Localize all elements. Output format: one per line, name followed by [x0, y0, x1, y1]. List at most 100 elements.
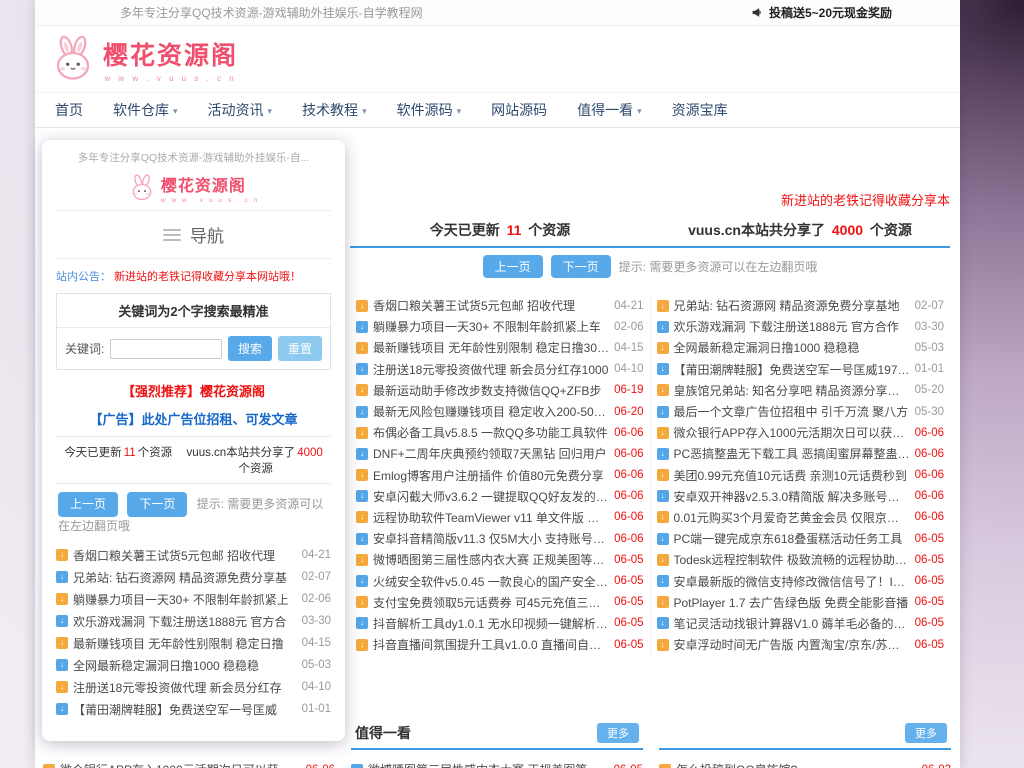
resource-item[interactable]: ↓ 全网最新稳定漏洞日撸1000 稳稳稳 05-03: [657, 337, 945, 358]
resource-item[interactable]: ↓ 布偶必备工具v5.8.5 一款QQ多功能工具软件 06-06: [356, 422, 644, 443]
resource-item[interactable]: ↓ PC恶搞整蛊无下载工具 恶搞闺蜜屏幕整蛊专 效 06-06: [657, 443, 945, 464]
keyword-input[interactable]: [110, 339, 222, 359]
resource-item[interactable]: ↓ Emlog博客用户注册插件 价值80元免费分享 06-06: [356, 465, 644, 486]
resource-item[interactable]: ↓ 美团0.99元充值10元话费 亲测10元话费秒到 06-06: [657, 465, 945, 486]
search-title: 关键词为2个字搜索最精准: [57, 294, 330, 328]
nav-item[interactable]: 软件仓库 ▾: [113, 100, 178, 120]
resource-item[interactable]: ↓ 安卓最新版的微信支持修改微信信号了！IOS版 06-05: [657, 570, 945, 591]
resource-title: 注册送18元零投资做代理 新会员分红存: [73, 679, 297, 696]
resource-title: 兄弟站: 钻石资源网 精品资源免费分享基: [73, 569, 297, 586]
resource-title: 支付宝免费领取5元话费券 可45元充值三网50: [373, 594, 609, 611]
resource-item[interactable]: ↓ 【莆田潮牌鞋服】免费送空军一号匡威 01-01: [56, 698, 331, 720]
resource-item[interactable]: ↓ PC端一键完成京东618叠蛋糕活动任务工具 06-05: [657, 528, 945, 549]
resource-item[interactable]: ↓ Todesk远程控制软件 极致流畅的远程协助工具 06-05: [657, 549, 945, 570]
resource-item[interactable]: ↓ 安卓浮动时间无广告版 内置淘宝/京东/苏宁/拼 06-05: [657, 634, 945, 655]
nav-item[interactable]: 活动资讯 ▾: [208, 100, 273, 120]
resource-item[interactable]: ↓ 最新赚钱项目 无年龄性别限制 稳定日撸 04-15: [56, 632, 331, 654]
resource-item[interactable]: ↓ 最后一个文章广告位招租中 引千万流 聚八方 05-30: [657, 401, 945, 422]
file-icon: ↓: [657, 342, 669, 354]
resource-item[interactable]: ↓ 香烟口粮关薯王试货5元包邮 招收代理 04-21: [56, 544, 331, 566]
search-button[interactable]: 搜索: [228, 336, 272, 361]
file-icon: ↓: [657, 427, 669, 439]
resource-item[interactable]: ↓ 最新运动助手修改步数支持微信QQ+ZFB步 06-19: [356, 380, 644, 401]
resource-item[interactable]: ↓ 抖音直播间氛围提升工具v1.0.0 直播间自动发 06-05: [356, 634, 644, 655]
resource-item[interactable]: ↓ DNF+二周年庆典预约领取7天黑钻 回归用户 06-06: [356, 443, 644, 464]
resource-title: PotPlayer 1.7 去广告绿色版 免费全能影音播: [674, 594, 910, 611]
more-button[interactable]: 更多: [905, 723, 947, 743]
resource-item[interactable]: ↓ 0.01元购买3个月爱奇艺黄金会员 仅限京东白 06-06: [657, 507, 945, 528]
nav-item[interactable]: 首页 ▾: [55, 100, 83, 120]
resource-date: 02-06: [614, 321, 643, 333]
resource-item[interactable]: ↓ 最新无风险包赚赚钱项目 稳定收入200-500元 06-20: [356, 401, 644, 422]
ad-slot-link[interactable]: 【广告】此处广告位招租、可发文章: [56, 409, 331, 428]
nav-item-label: 资源宝库: [672, 100, 728, 120]
resource-item[interactable]: ↓ 笔记灵活动找银计算器V1.0 薅羊毛必备的一款软 06-05: [657, 613, 945, 634]
resource-item[interactable]: ↓ 全网最新稳定漏洞日撸1000 稳稳稳 05-03: [56, 654, 331, 676]
file-icon: ↓: [356, 448, 368, 460]
resource-title: 【莆田潮牌鞋服】免费送空军一号匡威1970s: [674, 361, 910, 378]
resource-section: 今天已更新 11 个资源 vuus.cn本站共分享了 4000 个资源 上一页 …: [350, 212, 950, 655]
file-icon: ↓: [356, 427, 368, 439]
sidebar-nav-toggle[interactable]: 导航: [56, 211, 331, 258]
file-icon: ↓: [657, 639, 669, 651]
resource-item[interactable]: ↓ 皇族馆兄弟站: 知名分享吧 精品资源分享基地 05-20: [657, 380, 945, 401]
resource-title: 抖音直播间氛围提升工具v1.0.0 直播间自动发: [373, 636, 609, 653]
resource-item[interactable]: ↓ PotPlayer 1.7 去广告绿色版 免费全能影音播 06-05: [657, 592, 945, 613]
reset-button[interactable]: 重置: [278, 336, 322, 361]
file-icon: ↓: [657, 533, 669, 545]
file-icon: ↓: [657, 406, 669, 418]
resource-item[interactable]: ↓ 躺赚暴力项目一天30+ 不限制年龄抓紧上 02-06: [56, 588, 331, 610]
resource-item[interactable]: ↓ 安卓抖音精简版v11.3 仅5M大小 支持账号登录 06-06: [356, 528, 644, 549]
resource-item[interactable]: ↓ 微博晒图第三届性感内衣大赛 正规美图等你欣赏 06-05: [351, 759, 643, 768]
resource-item[interactable]: ↓ 微博晒图第三届性感内衣大赛 正规美图等你欣 06-05: [356, 549, 644, 570]
next-page-button[interactable]: 下一页: [127, 492, 187, 517]
nav-item-label: 值得一看: [577, 100, 633, 120]
file-icon: ↓: [56, 703, 68, 715]
resource-item[interactable]: ↓ 怎么投稿到QQ皇族馆? 06-02: [659, 759, 951, 768]
sidebar-nav-label: 导航: [190, 222, 224, 247]
nav-item[interactable]: 网站源码 ▾: [491, 100, 547, 120]
resource-item[interactable]: ↓ 香烟口粮关薯王试货5元包邮 招收代理 04-21: [356, 295, 644, 316]
file-icon: ↓: [356, 533, 368, 545]
prev-page-button[interactable]: 上一页: [58, 492, 118, 517]
resource-item[interactable]: ↓ 注册送18元零投资做代理 新会员分红存1000 04-10: [356, 359, 644, 380]
resource-item[interactable]: ↓ 微众银行APP存入1000元活期次日可以获得无 06-06: [657, 422, 945, 443]
file-icon: ↓: [659, 764, 671, 768]
site-logo[interactable]: 樱花资源阁 w w w . v u u s . c n: [49, 35, 238, 83]
resource-item[interactable]: ↓ 远程协助软件TeamViewer v11 单文件版 方便 06-06: [356, 507, 644, 528]
sidebar-logo[interactable]: 樱花资源阁 w w w . v u u s . c n: [56, 165, 331, 210]
resource-title: 最新无风险包赚赚钱项目 稳定收入200-500元: [373, 403, 609, 420]
resource-item[interactable]: ↓ 火绒安全软件v5.0.45 一款良心的国产安全软件 06-05: [356, 570, 644, 591]
more-button[interactable]: 更多: [597, 723, 639, 743]
resource-item[interactable]: ↓ 支付宝免费领取5元话费券 可45元充值三网50 06-05: [356, 592, 644, 613]
file-icon: ↓: [657, 448, 669, 460]
resource-item[interactable]: ↓ 欢乐游戏漏洞 下载注册送1888元 官方合 03-30: [56, 610, 331, 632]
resource-item[interactable]: ↓ 兄弟站: 钻石资源网 精品资源免费分享基地 02-07: [657, 295, 945, 316]
resource-date: 06-05: [614, 575, 643, 587]
resource-date: 04-10: [302, 681, 331, 693]
resource-item[interactable]: ↓ 微众银行APP存入1000元活期次日可以获得无门 06-06: [43, 759, 335, 768]
nav-item[interactable]: 资源宝库 ▾: [672, 100, 728, 120]
resource-title: 香烟口粮关薯王试货5元包邮 招收代理: [73, 547, 297, 564]
nav-item[interactable]: 软件源码 ▾: [397, 100, 462, 120]
resource-item[interactable]: ↓ 安卓双开神器v2.5.3.0精简版 解决多账号切换 06-06: [657, 486, 945, 507]
resource-item[interactable]: ↓ 最新赚钱项目 无年龄性别限制 稳定日撸300+ 04-15: [356, 337, 644, 358]
resource-date: 06-06: [614, 448, 643, 460]
next-page-button[interactable]: 下一页: [551, 255, 611, 278]
nav-item[interactable]: 值得一看 ▾: [577, 100, 642, 120]
resource-item[interactable]: ↓ 躺赚暴力项目一天30+ 不限制年龄抓紧上车 02-06: [356, 316, 644, 337]
resource-item[interactable]: ↓ 抖音解析工具dy1.0.1 无水印视频一键解析软件 06-05: [356, 613, 644, 634]
resource-item[interactable]: ↓ 欢乐游戏漏洞 下载注册送1888元 官方合作 03-30: [657, 316, 945, 337]
resource-item[interactable]: ↓ 安卓闪截大师v3.6.2 一键提取QQ好友发的闪照 06-06: [356, 486, 644, 507]
topbar-promo[interactable]: 投稿送5~20元现金奖励: [751, 4, 892, 21]
nav-item[interactable]: 技术教程 ▾: [302, 100, 367, 120]
resource-item[interactable]: ↓ 【莆田潮牌鞋服】免费送空军一号匡威1970s 01-01: [657, 359, 945, 380]
resource-title: 注册送18元零投资做代理 新会员分红存1000: [373, 361, 609, 378]
prev-page-button[interactable]: 上一页: [483, 255, 543, 278]
resource-item[interactable]: ↓ 注册送18元零投资做代理 新会员分红存 04-10: [56, 676, 331, 698]
resource-date: 06-05: [915, 554, 944, 566]
total-count: 4000: [832, 222, 863, 238]
file-icon: ↓: [356, 300, 368, 312]
recommend-ad-link[interactable]: 【强烈推荐】樱花资源阁: [56, 381, 331, 400]
resource-item[interactable]: ↓ 兄弟站: 钻石资源网 精品资源免费分享基 02-07: [56, 566, 331, 588]
